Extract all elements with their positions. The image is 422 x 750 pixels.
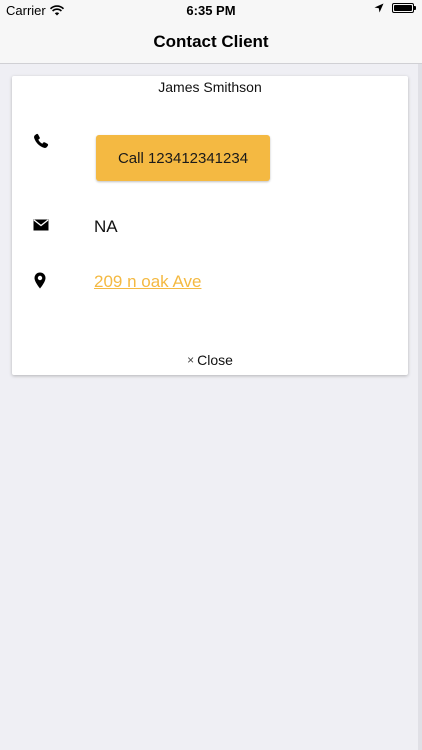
email-value: NA [94,217,118,236]
status-time: 6:35 PM [186,3,236,18]
right-edge-divider [418,64,422,750]
location-arrow-icon [374,3,384,13]
envelope-icon [33,219,49,231]
phone-icon [34,133,49,148]
client-name: James Smithson [158,79,262,95]
address-link[interactable]: 209 n oak Ave [94,272,201,292]
battery-icon [392,3,416,13]
map-pin-icon [34,272,46,289]
contact-card: James Smithson Call 123412341234 NA 209 … [12,76,408,375]
battery-fill [394,5,412,11]
page-title: Contact Client [153,31,269,51]
call-button[interactable]: Call 123412341234 [96,135,270,181]
close-icon: × [187,353,195,367]
status-bar: Carrier 6:35 PM [0,0,422,20]
close-button[interactable]: × Close [12,352,408,368]
close-label: Close [197,352,233,368]
navigation-bar: Contact Client [0,20,422,64]
status-right [374,3,416,13]
